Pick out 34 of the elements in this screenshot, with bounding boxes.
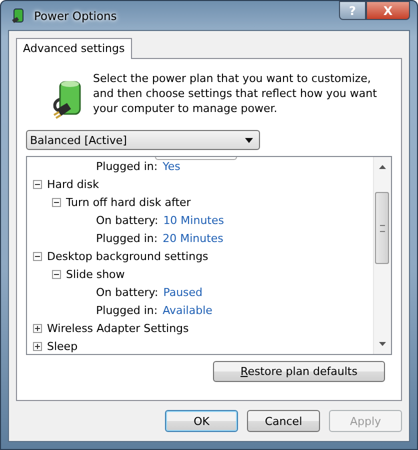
expander-icon[interactable]: [33, 342, 42, 350]
setting-label: On battery:: [96, 214, 158, 226]
expander-icon[interactable]: [33, 180, 42, 188]
setting-label: Plugged in:: [96, 232, 158, 244]
tree-item[interactable]: Desktop background settings: [47, 250, 208, 262]
setting-value-link[interactable]: 10 Minutes: [163, 214, 224, 226]
window-title: Power Options: [34, 8, 117, 22]
scroll-thumb[interactable]: [375, 192, 389, 264]
scroll-down-icon[interactable]: [379, 342, 386, 346]
instruction-text: Select the power plan that you want to customize, and then choose settings that reflect how you want your computer to manage power.: [93, 71, 378, 117]
scroll-up-icon[interactable]: [379, 165, 386, 169]
dialog-button[interactable]: OK: [165, 410, 238, 432]
setting-value-link[interactable]: Paused: [163, 286, 203, 298]
dropdown-arrow-icon: [245, 138, 253, 142]
tab[interactable]: Advanced settings: [16, 38, 132, 59]
plan-dropdown[interactable]: Balanced [Active]: [26, 130, 260, 150]
tree-item[interactable]: Slide show: [66, 268, 125, 280]
setting-label: Plugged in:: [96, 304, 158, 316]
expander-icon[interactable]: [52, 198, 61, 206]
scrollbar[interactable]: [373, 157, 391, 354]
dialog-button[interactable]: Cancel: [247, 410, 320, 432]
tree-item[interactable]: Wireless Adapter Settings: [47, 322, 189, 334]
setting-label: Plugged in:: [96, 160, 158, 172]
expander-icon[interactable]: [33, 252, 42, 260]
expander-icon[interactable]: [52, 270, 61, 278]
setting-value-link[interactable]: 20 Minutes: [162, 232, 224, 244]
setting-value-link[interactable]: Yes: [162, 160, 180, 172]
tree-item[interactable]: Turn off hard disk after: [66, 196, 191, 208]
tree-item[interactable]: Sleep: [47, 340, 78, 352]
setting-label: On battery:: [96, 286, 158, 298]
tree-item[interactable]: Hard disk: [47, 178, 99, 190]
expander-icon[interactable]: [33, 324, 42, 332]
restore-defaults-button[interactable]: Restore plan defaults: [213, 361, 385, 382]
setting-value-link[interactable]: Available: [162, 304, 212, 316]
